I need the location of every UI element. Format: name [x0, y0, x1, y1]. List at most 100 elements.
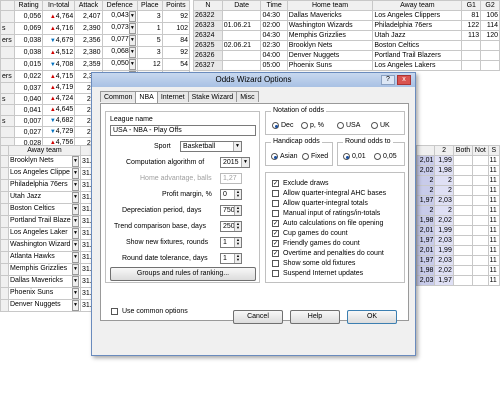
- option-checkbox[interactable]: [272, 210, 279, 217]
- tab-stake-wizard[interactable]: Stake Wizard: [187, 91, 238, 102]
- away-team-cell[interactable]: Denver Nuggets ▼: [8, 299, 81, 312]
- radio-dec[interactable]: [272, 122, 279, 129]
- away-team-name: Brooklyn Nets: [10, 157, 54, 164]
- cell-value: 4,708: [55, 60, 74, 68]
- chevron-down-icon[interactable]: ▼: [128, 35, 136, 46]
- chevron-down-icon[interactable]: ▼: [72, 300, 79, 311]
- table-cell: 0,068▼: [101, 46, 138, 59]
- chevron-down-icon[interactable]: ▼: [128, 59, 136, 70]
- chevron-down-icon[interactable]: ▼: [72, 264, 79, 275]
- chevron-down-icon[interactable]: ▼: [128, 23, 136, 34]
- spinner-icon[interactable]: ▲ ▼: [234, 238, 241, 247]
- chevron-down-icon[interactable]: ▼: [72, 252, 79, 263]
- away-team-cell[interactable]: Philadelphia 76ers ▼: [8, 179, 81, 192]
- close-button[interactable]: x: [397, 75, 411, 85]
- option-label: Show some old fixtures: [283, 260, 356, 267]
- radio-uk-label: UK: [380, 122, 390, 129]
- column-header: In-total: [42, 0, 76, 11]
- radio-005[interactable]: [374, 153, 381, 160]
- away-team-cell[interactable]: Atlanta Hawks ▼: [8, 251, 81, 264]
- tab-nba[interactable]: NBA: [135, 91, 158, 103]
- spinner-icon[interactable]: ▲ ▼: [234, 222, 241, 231]
- cell-value: 2,359: [83, 61, 101, 68]
- algorithm-label: Computation algorithm of: [126, 159, 205, 166]
- away-team-cell[interactable]: Utah Jazz ▼: [8, 191, 81, 204]
- away-team-cell[interactable]: Brooklyn Nets ▼: [8, 155, 81, 168]
- depreciation-field[interactable]: 750 ▲ ▼: [220, 205, 242, 216]
- trend-base-value: 250: [223, 223, 235, 230]
- chevron-down-icon[interactable]: ▼: [72, 240, 79, 251]
- table-cell: 114: [480, 20, 500, 31]
- odds-cell: [452, 165, 474, 176]
- tab-internet[interactable]: Internet: [156, 91, 189, 102]
- option-checkbox[interactable]: [272, 260, 279, 267]
- help-button[interactable]: Help: [290, 310, 340, 324]
- radio-001[interactable]: [343, 153, 350, 160]
- table-cell: [461, 60, 482, 71]
- radio-fixed[interactable]: [302, 153, 309, 160]
- away-team-cell[interactable]: Phoenix Suns ▼: [8, 287, 81, 300]
- row-label: [0, 46, 15, 59]
- away-team-name: Utah Jazz: [10, 193, 42, 200]
- nba-tab-panel: League name USA - NBA - Play Offs Sport …: [100, 103, 409, 321]
- help-title-button[interactable]: ?: [381, 75, 395, 85]
- algorithm-select[interactable]: 2015 ▼: [220, 157, 250, 168]
- away-team-cell[interactable]: Los Angeles Clippe ▼: [8, 167, 81, 180]
- groups-rules-button[interactable]: Groups and rules of ranking...: [110, 267, 256, 281]
- radio-usa[interactable]: [337, 122, 344, 129]
- chevron-down-icon[interactable]: ▼: [128, 11, 136, 22]
- round-odds-title: Round odds to: [343, 138, 393, 145]
- option-checkbox[interactable]: ✓: [272, 250, 279, 257]
- chevron-down-icon[interactable]: ▼: [128, 47, 136, 58]
- radio-uk[interactable]: [371, 122, 378, 129]
- round-tolerance-field[interactable]: 1 ▲ ▼: [220, 253, 242, 264]
- spinner-icon[interactable]: ▲ ▼: [234, 190, 241, 199]
- option-checkbox[interactable]: [272, 200, 279, 207]
- option-label: Allow quarter-integral AHC bases: [283, 190, 387, 197]
- option-checkbox[interactable]: ✓: [272, 220, 279, 227]
- away-team-cell[interactable]: Memphis Grizzlies ▼: [8, 263, 81, 276]
- chevron-down-icon[interactable]: ▼: [72, 168, 79, 179]
- away-team-cell[interactable]: Dallas Mavericks ▼: [8, 275, 81, 288]
- chevron-down-icon[interactable]: ▼: [72, 288, 79, 299]
- table-row: 1,97 2,03 11: [415, 235, 500, 246]
- tab-common[interactable]: Common: [100, 91, 137, 102]
- option-checkbox[interactable]: [272, 270, 279, 277]
- sport-select[interactable]: Basketball ▼: [180, 141, 242, 152]
- ok-button[interactable]: OK: [347, 310, 397, 324]
- use-common-options-checkbox[interactable]: [111, 308, 118, 315]
- table-cell: 0,027: [13, 126, 44, 138]
- table-cell: [221, 10, 262, 21]
- spinner-icon[interactable]: ▲ ▼: [234, 206, 241, 215]
- table-cell: 5: [136, 34, 163, 47]
- chevron-down-icon[interactable]: ▼: [72, 276, 79, 287]
- league-name-label: League name: [110, 116, 153, 123]
- row-marker: [0, 275, 9, 288]
- league-name-field[interactable]: USA - NBA - Play Offs: [110, 125, 256, 136]
- table-cell: 81: [461, 10, 482, 21]
- spinner-icon[interactable]: ▲ ▼: [234, 254, 241, 263]
- cancel-button[interactable]: Cancel: [233, 310, 283, 324]
- chevron-down-icon[interactable]: ▼: [72, 180, 79, 191]
- trend-base-field[interactable]: 250 ▲ ▼: [220, 221, 242, 232]
- odds-cell: [472, 175, 489, 186]
- away-team-cell[interactable]: Los Angeles Laker ▼: [8, 227, 81, 240]
- away-team-cell[interactable]: Boston Celtics ▼: [8, 203, 81, 216]
- chevron-down-icon[interactable]: ▼: [72, 228, 79, 239]
- away-team-cell[interactable]: Portland Trail Blaze ▼: [8, 215, 81, 228]
- radio-asian[interactable]: [271, 153, 278, 160]
- chevron-down-icon[interactable]: ▼: [72, 216, 79, 227]
- tab-misc[interactable]: Misc: [236, 91, 259, 102]
- profit-margin-field[interactable]: 0 ▲ ▼: [220, 189, 242, 200]
- option-checkbox[interactable]: ✓: [272, 240, 279, 247]
- option-checkbox[interactable]: [272, 190, 279, 197]
- option-checkbox[interactable]: ✓: [272, 230, 279, 237]
- new-fixtures-field[interactable]: 1 ▲ ▼: [220, 237, 242, 248]
- radio-percent[interactable]: [301, 122, 308, 129]
- chevron-down-icon[interactable]: ▼: [72, 156, 79, 167]
- option-checkbox[interactable]: ✓: [272, 180, 279, 187]
- chevron-down-icon[interactable]: ▼: [72, 192, 79, 203]
- radio-asian-label: Asian: [280, 153, 298, 160]
- away-team-cell[interactable]: Washington Wizard ▼: [8, 239, 81, 252]
- chevron-down-icon[interactable]: ▼: [72, 204, 79, 215]
